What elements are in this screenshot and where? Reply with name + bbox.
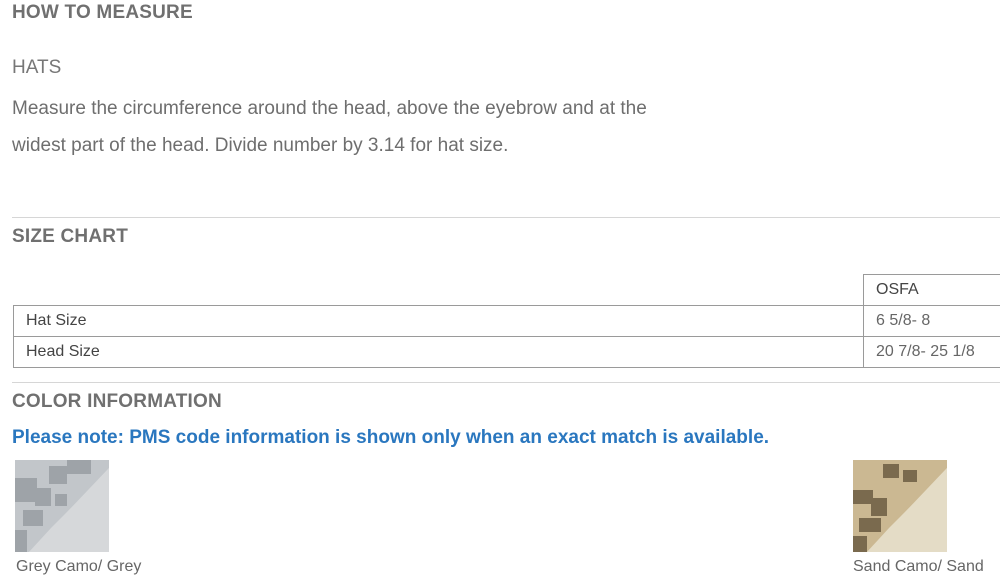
measure-instructions-line-2: widest part of the head. Divide number b… — [12, 135, 509, 156]
how-to-measure-heading: HOW TO MEASURE — [12, 2, 193, 23]
size-chart-table: OSFA Hat Size 6 5/8- 8 Head Size 20 7/8-… — [13, 274, 1000, 368]
table-row: Head Size 20 7/8- 25 1/8 — [13, 336, 1000, 368]
size-chart-empty-cell — [13, 274, 864, 306]
sand-camo-swatch[interactable] — [853, 460, 947, 552]
grey-camo-swatch-image — [15, 460, 109, 552]
color-information-heading: COLOR INFORMATION — [12, 391, 222, 412]
hats-subheading: HATS — [12, 57, 62, 78]
head-size-label: Head Size — [13, 336, 864, 368]
section-divider — [12, 382, 1000, 383]
sand-camo-swatch-image — [853, 460, 947, 552]
head-size-value: 20 7/8- 25 1/8 — [863, 336, 1000, 368]
pms-note: Please note: PMS code information is sho… — [12, 427, 770, 448]
table-row: Hat Size 6 5/8- 8 — [13, 305, 1000, 337]
measure-instructions: Measure the circumference around the hea… — [12, 90, 772, 164]
size-chart-heading: SIZE CHART — [12, 226, 128, 247]
section-divider — [12, 217, 1000, 218]
measure-instructions-line-1: Measure the circumference around the hea… — [12, 98, 647, 119]
hat-size-label: Hat Size — [13, 305, 864, 337]
grey-camo-label: Grey Camo/ Grey — [16, 558, 142, 575]
sand-camo-label: Sand Camo/ Sand — [853, 558, 984, 575]
hat-size-value: 6 5/8- 8 — [863, 305, 1000, 337]
size-chart-header-row: OSFA — [13, 274, 1000, 306]
size-chart-column-header: OSFA — [863, 274, 1000, 306]
grey-camo-swatch[interactable] — [15, 460, 109, 552]
